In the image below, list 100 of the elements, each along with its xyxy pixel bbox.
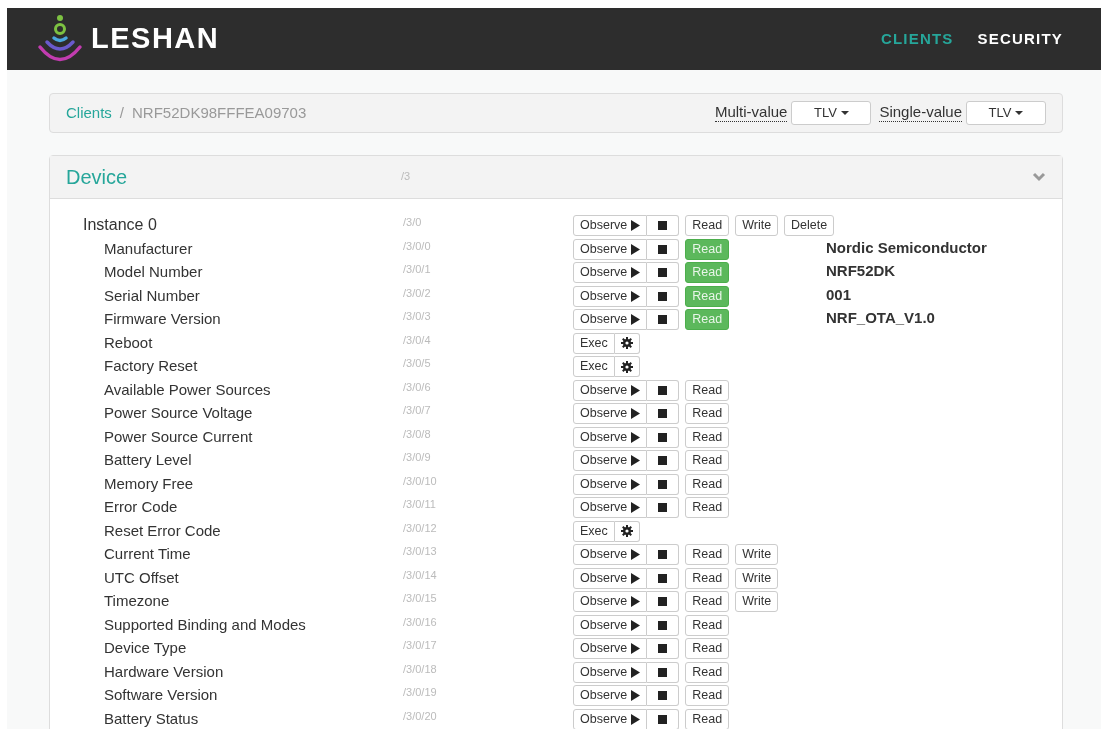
read-button[interactable]: Read (685, 638, 730, 659)
observe-button[interactable]: Observe (573, 638, 648, 659)
play-icon (631, 643, 641, 654)
resource-path: /3/0/3 (403, 309, 432, 323)
exec-button[interactable]: Exec (573, 332, 615, 354)
observe-button[interactable]: Observe (573, 285, 648, 307)
observe-button[interactable]: Observe (573, 591, 648, 612)
resource-name: Supported Binding and Modes (103, 614, 307, 635)
stop-button[interactable] (647, 426, 680, 448)
observe-button[interactable]: Observe (573, 262, 648, 283)
play-icon (631, 549, 641, 560)
resource-name: Memory Free (103, 473, 195, 494)
resource-path: /3/0/6 (403, 379, 432, 394)
read-button[interactable]: Read (685, 473, 730, 495)
stop-button[interactable] (647, 638, 680, 659)
read-button[interactable]: Read (685, 403, 730, 424)
resource-name: Error Code (103, 497, 179, 517)
resource-path: /3/0/8 (403, 426, 432, 441)
resource-path: /3/0/7 (403, 403, 432, 417)
settings-button[interactable] (614, 332, 640, 354)
delete-button[interactable]: Delete (784, 215, 835, 236)
observe-button[interactable]: Observe (573, 379, 648, 401)
stop-icon (658, 221, 668, 230)
read-button[interactable]: Read (685, 215, 730, 236)
settings-button[interactable] (614, 356, 640, 377)
chevron-down-icon[interactable] (1032, 172, 1046, 182)
write-button[interactable]: Write (735, 215, 779, 236)
resource-path: /3/0/13 (403, 544, 438, 558)
resource-path: /3/0/18 (403, 661, 438, 676)
resource-name: Power Source Voltage (103, 403, 254, 423)
stop-icon (658, 268, 668, 277)
read-button[interactable]: Read (685, 614, 730, 636)
read-button[interactable]: Read (685, 567, 730, 589)
stop-button[interactable] (647, 262, 680, 283)
stop-button[interactable] (647, 661, 680, 683)
exec-button[interactable]: Exec (573, 520, 615, 542)
play-icon (631, 619, 641, 631)
stop-button[interactable] (647, 238, 680, 260)
resource-name: Device Type (103, 638, 188, 658)
nav-link[interactable]: CLIENTS (880, 27, 954, 51)
read-button[interactable]: Read (685, 708, 730, 729)
read-button[interactable]: Read (685, 685, 730, 706)
stop-button[interactable] (647, 567, 680, 589)
write-button[interactable]: Write (735, 591, 779, 612)
stop-icon (658, 550, 668, 559)
gear-icon (620, 525, 633, 537)
read-button[interactable]: Read (685, 497, 730, 518)
observe-button[interactable]: Observe (573, 238, 648, 260)
stop-icon (658, 573, 668, 583)
format-dropdown[interactable]: TLV (791, 101, 872, 125)
resource-path: /3/0/17 (403, 638, 438, 652)
gear-icon (620, 337, 633, 349)
nav-link[interactable]: SECURITY (977, 27, 1063, 51)
observe-button[interactable]: Observe (573, 614, 648, 636)
stop-button[interactable] (647, 614, 680, 636)
read-button[interactable]: Read (685, 426, 730, 448)
stop-button[interactable] (647, 544, 680, 565)
stop-icon (658, 714, 668, 724)
write-button[interactable]: Write (735, 544, 779, 565)
format-label: Multi-value (714, 104, 788, 122)
observe-button[interactable]: Observe (573, 497, 648, 518)
stop-button[interactable] (647, 591, 680, 612)
read-button[interactable]: Read (685, 591, 730, 612)
settings-button[interactable] (614, 520, 640, 542)
observe-button[interactable]: Observe (573, 215, 648, 236)
observe-button[interactable]: Observe (573, 426, 648, 448)
resource-name: Reboot (103, 332, 154, 353)
stop-icon (658, 456, 668, 465)
observe-button[interactable]: Observe (573, 309, 648, 330)
stop-button[interactable] (647, 379, 680, 401)
stop-icon (658, 409, 668, 418)
play-icon (631, 666, 641, 678)
read-button[interactable]: Read (685, 661, 730, 683)
stop-button[interactable] (647, 215, 680, 236)
stop-icon (658, 620, 668, 630)
observe-button[interactable]: Observe (573, 473, 648, 495)
stop-button[interactable] (647, 708, 680, 729)
exec-button[interactable]: Exec (573, 356, 615, 377)
write-button[interactable]: Write (735, 567, 779, 589)
stop-button[interactable] (647, 685, 680, 706)
observe-button[interactable]: Observe (573, 661, 648, 683)
stop-icon (658, 503, 668, 512)
stop-button[interactable] (647, 285, 680, 307)
stop-button[interactable] (647, 450, 680, 471)
observe-button[interactable]: Observe (573, 544, 648, 565)
read-button[interactable]: Read (685, 450, 730, 471)
read-button[interactable]: Read (685, 379, 730, 401)
stop-button[interactable] (647, 309, 680, 330)
observe-button[interactable]: Observe (573, 708, 648, 729)
observe-button[interactable]: Observe (573, 685, 648, 706)
read-button[interactable]: Read (685, 544, 730, 565)
observe-button[interactable]: Observe (573, 450, 648, 471)
observe-button[interactable]: Observe (573, 403, 648, 424)
play-icon (631, 455, 641, 466)
stop-button[interactable] (647, 403, 680, 424)
stop-button[interactable] (647, 497, 680, 518)
format-dropdown[interactable]: TLV (966, 101, 1046, 125)
resource-path: /3/0/1 (403, 262, 432, 276)
observe-button[interactable]: Observe (573, 567, 648, 589)
stop-button[interactable] (647, 473, 680, 495)
